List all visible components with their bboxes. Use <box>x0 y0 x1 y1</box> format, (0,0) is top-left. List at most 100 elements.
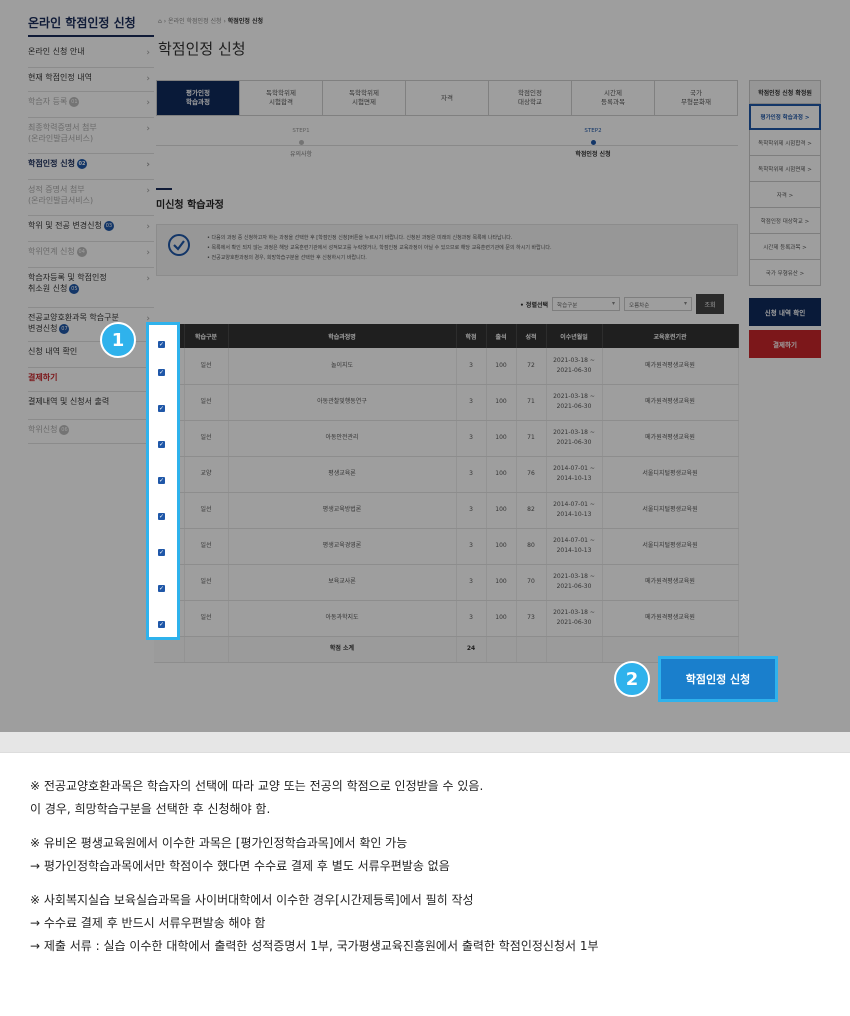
sidebar-item[interactable]: 학습자 등록 01 › <box>28 94 154 118</box>
table-total-row: 학점 소계 24 <box>154 636 739 663</box>
row-checkbox[interactable]: ✓ <box>158 369 165 376</box>
cell-credit: 3 <box>456 384 487 421</box>
row-checkbox[interactable]: ✓ <box>158 441 165 448</box>
sidebar-item[interactable]: 학위 및 전공 변경신청 03 › <box>28 218 154 242</box>
sidebar-item-label: 온라인 신청 안내 <box>28 47 85 56</box>
section-title: 미신청 학습과정 <box>156 200 224 211</box>
sidebar-item[interactable]: 학위연계 신청 04 › <box>28 244 154 268</box>
cell-credit: 3 <box>456 600 487 637</box>
right-nav-item[interactable]: 국가 무형유산 > <box>749 260 821 286</box>
right-nav-item[interactable]: 학점인정 대상학교 > <box>749 208 821 234</box>
sidebar-item-label: 결제하기 <box>28 373 58 382</box>
step-1-dot <box>298 140 304 145</box>
cell-name: 아동관찰및행동연구 <box>228 384 457 421</box>
chevron-right-icon: › <box>146 274 150 284</box>
course-table: ✓학습구분학습과정명학점출석성적이수년월일교육훈련기관 ✓일선놀이지도31007… <box>154 324 739 663</box>
page-title: 학점인정 신청 <box>158 40 246 58</box>
notice-list: 다음의 과정 중 신청하고자 하는 과정을 선택한 후 [학점인정 신청]버튼을… <box>207 233 552 263</box>
right-nav-item[interactable]: 자격 > <box>749 182 821 208</box>
cell-type: 일선 <box>184 492 229 529</box>
sidebar-item[interactable]: 온라인 신청 안내 › <box>28 44 154 68</box>
right-nav-header: 학점인정 신청 확정원 <box>749 80 821 104</box>
cell-name: 평생교육론 <box>228 456 457 493</box>
tab-4[interactable]: 자격 <box>406 81 489 115</box>
cell-period: 2014-07-01 ~ 2014-10-13 <box>546 456 603 493</box>
sidebar-title-underline <box>28 35 154 37</box>
note-gap <box>30 878 850 889</box>
tab-6[interactable]: 시간제 등록과목 <box>572 81 655 115</box>
notice-item: 전공교양호환과정의 경우, 희망학습구분을 선택한 후 신청하시기 바랍니다. <box>207 253 552 263</box>
cell-type: 일선 <box>184 600 229 637</box>
tab-2[interactable]: 독학학위제 시험합격 <box>240 81 323 115</box>
sidebar-item-label: 최종학력증명서 첨부 (온라인발급서비스) <box>28 123 97 143</box>
sidebar-item[interactable]: 학위신청06› <box>28 422 154 444</box>
chevron-right-icon: › <box>146 74 150 84</box>
breadcrumb: ⌂ › 온라인 학점인정 신청 › 학점인정 신청 <box>158 16 263 25</box>
cell-credit: 3 <box>456 420 487 457</box>
cell-score: 71 <box>516 384 547 421</box>
sidebar-item[interactable]: 현재 학점인정 내역 › <box>28 70 154 92</box>
row-checkbox[interactable]: ✓ <box>158 405 165 412</box>
cell-org: 메가원격평생교육원 <box>602 600 739 637</box>
column-header: 출석 <box>486 324 517 348</box>
submit-credit-button[interactable]: 학점인정 신청 <box>658 656 778 702</box>
cell-attend: 100 <box>486 492 517 529</box>
row-checkbox[interactable]: ✓ <box>158 549 165 556</box>
sidebar-item[interactable]: 최종학력증명서 첨부 (온라인발급서비스) › <box>28 120 154 154</box>
row-checkbox[interactable]: ✓ <box>158 513 165 520</box>
sidebar-item[interactable]: 결제내역 및 신청서 출력› <box>28 394 154 420</box>
right-nav-list: 평가인정 학습과정 > 독학학위제 시험합격 > 독학학위제 시험면제 > 자격 > 학… <box>749 104 821 286</box>
cell-attend: 100 <box>486 600 517 637</box>
cell-type: 교양 <box>184 456 229 493</box>
sort-label: • 정렬선택 <box>520 301 549 309</box>
total-label: 학점 소계 <box>228 636 457 663</box>
sidebar-item[interactable]: 학점인정 신청 02 › <box>28 156 154 180</box>
tab-7[interactable]: 국가 무형문화재 <box>655 81 737 115</box>
check-history-button[interactable]: 신청 내역 확인 <box>749 298 821 326</box>
cell-period: 2021-03-18 ~ 2021-06-30 <box>546 384 603 421</box>
sidebar-item[interactable]: 학습자등록 및 학점인정 취소원 신청 05 › <box>28 270 154 308</box>
cell-credit: 3 <box>456 456 487 493</box>
right-nav-item[interactable]: 독학학위제 시험면제 > <box>749 156 821 182</box>
cell-name: 아동안전관리 <box>228 420 457 457</box>
select-all-checkbox[interactable]: ✓ <box>158 341 165 348</box>
tab-1[interactable]: 평가인정 학습과정 <box>157 81 240 115</box>
home-icon[interactable]: ⌂ <box>158 18 162 25</box>
sidebar-item[interactable]: 성적 증명서 첨부 (온라인발급서비스) › <box>28 182 154 216</box>
cell-score: 76 <box>516 456 547 493</box>
right-nav-item[interactable]: 독학학위제 시험합격 > <box>749 130 821 156</box>
sidebar-item[interactable]: 결제하기› <box>28 370 154 392</box>
sidebar-item-badge: 01 <box>69 96 80 107</box>
sort-order-select[interactable]: 오름차순 <box>624 297 693 311</box>
sidebar-item-label: 학습자 등록 <box>28 97 68 106</box>
column-header: 교육훈련기관 <box>602 324 739 348</box>
row-checkbox[interactable]: ✓ <box>158 477 165 484</box>
sidebar-item-label: 학점인정 신청 <box>28 159 75 168</box>
chevron-right-icon: › <box>146 98 150 108</box>
tab-5[interactable]: 학점인정 대상학교 <box>489 81 572 115</box>
sidebar-item-label: 현재 학점인정 내역 <box>28 73 92 82</box>
tab-3[interactable]: 독학학위제 시험면제 <box>323 81 406 115</box>
step-indicator: STEP1 유의사항 STEP2 학점인정 신청 <box>156 122 738 172</box>
cell-period: 2021-03-18 ~ 2021-06-30 <box>546 564 603 601</box>
breadcrumb-item[interactable]: 온라인 학점인정 신청 <box>168 18 222 25</box>
cell-name: 평생교육방법론 <box>228 492 457 529</box>
sidebar-item-label: 학위신청 <box>28 425 58 434</box>
pay-button[interactable]: 결제하기 <box>749 330 821 358</box>
note-line: → 제출 서류 : 실습 이수한 대학에서 출력한 성적증명서 1부, 국가평생… <box>30 939 599 953</box>
search-button[interactable]: 조회 <box>696 294 725 314</box>
row-checkbox[interactable]: ✓ <box>158 621 165 628</box>
right-nav-item[interactable]: 평가인정 학습과정 > <box>749 104 821 130</box>
cell-attend: 100 <box>486 528 517 565</box>
sidebar-item[interactable]: 신청 내역 확인› <box>28 344 154 368</box>
sort-type-select[interactable]: 학습구분 <box>552 297 621 311</box>
callout-marker-2: 2 <box>614 661 650 697</box>
note-line: → 평가인정학습과목에서만 학점이수 했다면 수수료 결제 후 별도 서류우편발… <box>30 859 450 873</box>
chevron-right-icon: › <box>146 48 150 58</box>
cell-org: 서울디지털평생교육원 <box>602 528 739 565</box>
step-1-num: STEP1 <box>292 128 310 134</box>
column-header: 성적 <box>516 324 547 348</box>
row-checkbox[interactable]: ✓ <box>158 585 165 592</box>
right-nav-item[interactable]: 시간제 등록과목 > <box>749 234 821 260</box>
screenshot-area: 온라인 학점인정 신청 온라인 신청 안내 › 현재 학점인정 내역 › 학습자 등록 0… <box>0 0 850 732</box>
